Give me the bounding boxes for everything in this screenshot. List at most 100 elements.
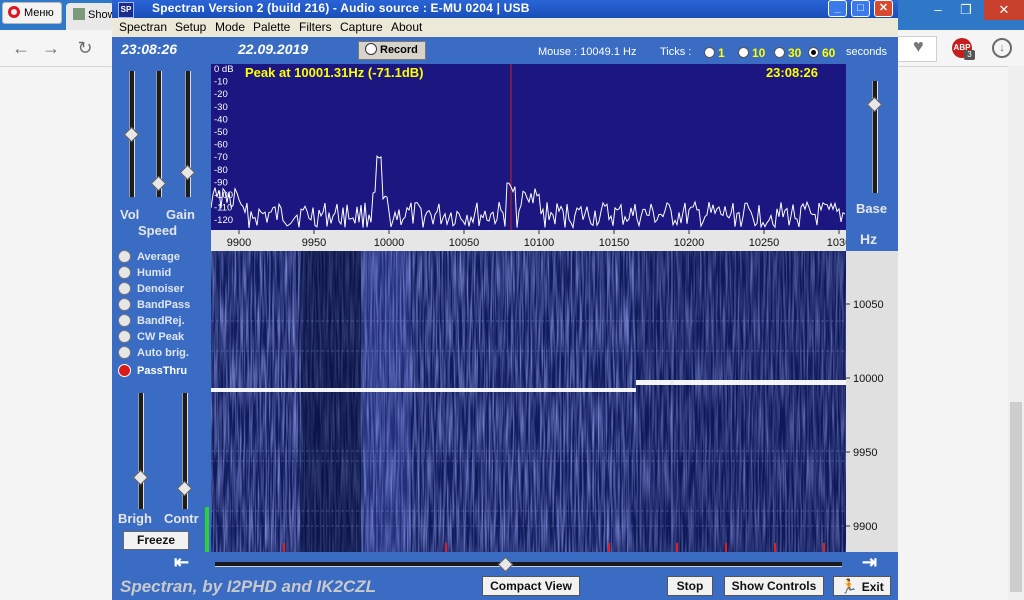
- option-bandrej[interactable]: BandRej.: [118, 314, 185, 329]
- tick-option-30[interactable]: 30: [774, 46, 801, 60]
- hz-label: Hz: [860, 231, 878, 247]
- option-humid[interactable]: Humid: [118, 266, 171, 281]
- wf-tick-label: 9950: [853, 447, 877, 459]
- menu-filters[interactable]: Filters: [299, 20, 332, 34]
- forward-arrow-icon[interactable]: →: [40, 37, 62, 59]
- app-icon[interactable]: SP: [118, 2, 134, 18]
- clock-date: 22.09.2019: [238, 41, 309, 57]
- spectran-client-area: 23:08:26 22.09.2019 Record Mouse : 10049…: [112, 37, 898, 600]
- reload-icon[interactable]: ↻: [74, 37, 96, 59]
- scrollbar-thumb[interactable]: [1010, 402, 1022, 592]
- db-tick-label: 0 dB: [214, 64, 234, 75]
- freq-tick-label: 1030: [827, 237, 846, 249]
- time-tick-marker: [725, 543, 727, 552]
- gain-slider-knob[interactable]: [180, 165, 194, 179]
- waterfall-plot: [211, 251, 846, 552]
- speed-slider[interactable]: [151, 71, 165, 197]
- browser-scrollbar[interactable]: [1008, 66, 1024, 600]
- scroll-right-arrow-icon[interactable]: ⇥: [862, 552, 877, 573]
- mouse-frequency-readout: Mouse : 10049.1 Hz: [538, 46, 637, 58]
- tick-option-1[interactable]: 1: [704, 46, 725, 60]
- speed-slider-knob[interactable]: [151, 176, 165, 190]
- maximize-button[interactable]: □: [851, 0, 870, 17]
- average-radio: [118, 250, 131, 263]
- browser-maximize-button[interactable]: ❐: [952, 0, 980, 20]
- db-tick-label: -120: [214, 215, 233, 226]
- ticks-label: Ticks :: [660, 46, 692, 58]
- menu-spectran[interactable]: Spectran: [119, 20, 167, 34]
- spectrum-display[interactable]: 0 dB -10 -20 -30 -40 -50 -60 -70 -80 -90 -100 -110-…: [211, 64, 846, 230]
- tick-label-10: 10: [752, 46, 766, 60]
- tick-label-30: 30: [788, 46, 802, 60]
- time-tick-marker: [283, 543, 285, 552]
- brightness-slider[interactable]: [133, 393, 147, 509]
- menu-setup[interactable]: Setup: [175, 20, 206, 34]
- db-tick-label: -30: [214, 102, 228, 113]
- tick-option-60[interactable]: 60: [808, 46, 835, 60]
- tick-option-10[interactable]: 10: [738, 46, 765, 60]
- back-arrow-icon[interactable]: ←: [10, 37, 32, 59]
- menu-mode[interactable]: Mode: [215, 20, 245, 34]
- browser-close-button[interactable]: ✕: [984, 0, 1024, 20]
- heart-icon[interactable]: ♥: [913, 36, 924, 57]
- option-denoiser[interactable]: Denoiser: [118, 282, 184, 297]
- vol-slider-knob[interactable]: [124, 127, 138, 141]
- vol-slider[interactable]: [124, 71, 138, 197]
- brightness-slider-track: [138, 393, 144, 509]
- db-tick-label: -10: [214, 77, 228, 88]
- opera-menu-button[interactable]: Меню: [2, 2, 62, 24]
- record-button[interactable]: Record: [358, 41, 426, 60]
- menu-capture[interactable]: Capture: [340, 20, 383, 34]
- tick-radio-30: [774, 47, 785, 58]
- scroll-left-arrow-icon[interactable]: ⇤: [174, 552, 189, 573]
- carrier-trace-right: [636, 380, 846, 385]
- contrast-slider-knob[interactable]: [177, 481, 191, 495]
- waterfall-frequency-ruler: 10050 10000 9950 9900: [846, 251, 898, 552]
- level-indicator: [205, 507, 209, 552]
- title-bar[interactable]: SP Spectran Version 2 (build 216) - Audi…: [112, 0, 898, 18]
- freq-tick-label: 10200: [674, 237, 705, 249]
- option-passthru[interactable]: PassThru: [118, 364, 187, 379]
- browser-tab[interactable]: Show: [66, 3, 114, 30]
- tick-radio-60: [808, 47, 819, 58]
- frequency-scroll-track[interactable]: [215, 562, 842, 567]
- minimize-button[interactable]: _: [828, 0, 847, 17]
- exit-button[interactable]: 🏃 Exit: [833, 576, 891, 596]
- base-slider[interactable]: [867, 81, 881, 193]
- seconds-label: seconds: [846, 46, 887, 58]
- brigh-label: Brigh: [118, 511, 152, 526]
- stop-button[interactable]: Stop: [667, 576, 713, 596]
- browser-minimize-button[interactable]: –: [924, 0, 952, 20]
- gain-slider[interactable]: [180, 71, 194, 197]
- menu-palette[interactable]: Palette: [253, 20, 290, 34]
- option-bandpass[interactable]: BandPass: [118, 298, 190, 313]
- adblock-count-badge: 3: [964, 50, 975, 60]
- freq-tick-label: 10000: [374, 237, 405, 249]
- brightness-slider-knob[interactable]: [133, 470, 147, 484]
- option-auto-brig[interactable]: Auto brig.: [118, 346, 189, 361]
- tick-radio-10: [738, 47, 749, 58]
- bandpass-label: BandPass: [137, 299, 191, 311]
- freq-tick-label: 10100: [524, 237, 555, 249]
- contrast-slider[interactable]: [177, 393, 191, 509]
- close-button[interactable]: ✕: [874, 0, 893, 17]
- peak-readout: Peak at 10001.31Hz (-71.1dB): [245, 65, 424, 80]
- menu-bar: Spectran Setup Mode Palette Filters Capt…: [112, 18, 898, 37]
- tab-favicon-icon: [73, 8, 85, 20]
- time-tick-marker: [676, 543, 678, 552]
- option-average[interactable]: Average: [118, 250, 180, 265]
- base-slider-knob[interactable]: [867, 97, 881, 111]
- option-cw-peak[interactable]: CW Peak: [118, 330, 184, 345]
- download-icon[interactable]: ↓: [992, 38, 1012, 58]
- menu-about[interactable]: About: [391, 20, 422, 34]
- passthru-label: PassThru: [137, 365, 188, 377]
- freq-tick-label: 10150: [599, 237, 630, 249]
- waterfall-display[interactable]: [211, 251, 846, 552]
- bandpass-radio: [118, 298, 131, 311]
- frequency-ruler-ticks: 9900 9950 10000 10050 10100 10150 10200 10250 10…: [227, 230, 851, 249]
- compact-view-button[interactable]: Compact View: [482, 576, 580, 596]
- show-controls-button[interactable]: Show Controls: [724, 576, 824, 596]
- freeze-button[interactable]: Freeze: [123, 531, 189, 550]
- frequency-scroll-knob[interactable]: [498, 557, 512, 571]
- tick-radio-1: [704, 47, 715, 58]
